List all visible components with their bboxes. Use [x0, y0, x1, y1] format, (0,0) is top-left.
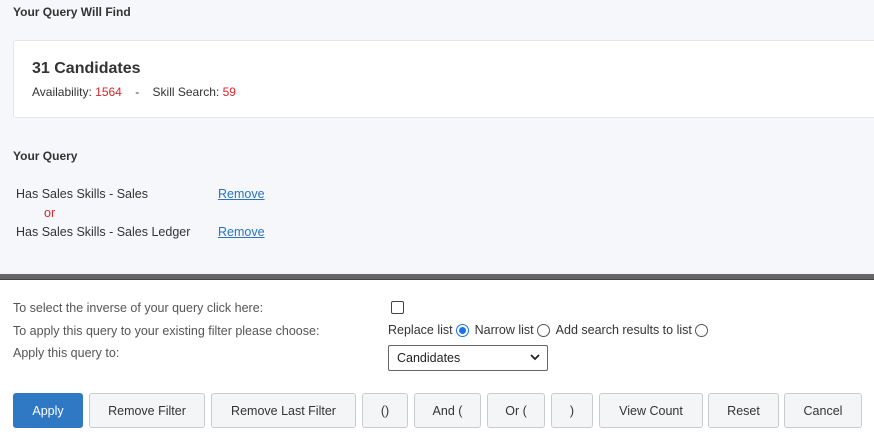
replace-list-radio[interactable] — [455, 323, 469, 337]
query-summary-panel: Your Query Will Find 31 Candidates Avail… — [0, 0, 874, 274]
chevron-down-icon — [530, 354, 540, 361]
stats-separator: - — [135, 85, 140, 99]
summary-heading: Your Query Will Find — [13, 5, 131, 19]
add-results-label: Add search results to list — [555, 323, 692, 337]
and-button[interactable]: And ( — [414, 393, 481, 428]
replace-list-label: Replace list — [388, 323, 453, 337]
inverse-checkbox[interactable] — [391, 301, 404, 314]
reset-button[interactable]: Reset — [708, 393, 779, 428]
remove-last-filter-button[interactable]: Remove Last Filter — [211, 393, 356, 428]
apply-mode-label: To apply this query to your existing fil… — [13, 324, 320, 338]
apply-mode-group: Replace list Narrow list Add search resu… — [388, 323, 714, 337]
remove-link[interactable]: Remove — [218, 187, 265, 201]
availability-label: Availability: — [32, 85, 92, 99]
apply-to-value: Candidates — [397, 351, 461, 365]
skill-search-value: 59 — [222, 85, 236, 99]
query-heading: Your Query — [13, 149, 78, 163]
cancel-button[interactable]: Cancel — [784, 393, 862, 428]
apply-to-label: Apply this query to: — [13, 346, 120, 360]
result-card: 31 Candidates Availability: 1564 - Skill… — [13, 40, 874, 118]
narrow-list-radio[interactable] — [536, 323, 550, 337]
parens-button[interactable]: () — [362, 393, 408, 428]
add-results-radio[interactable] — [694, 323, 708, 337]
apply-button[interactable]: Apply — [13, 393, 83, 428]
close-paren-button[interactable]: ) — [551, 393, 593, 428]
or-button[interactable]: Or ( — [487, 393, 545, 428]
inverse-label: To select the inverse of your query clic… — [13, 301, 264, 315]
result-stats: Availability: 1564 - Skill Search: 59 — [32, 85, 236, 99]
remove-filter-button[interactable]: Remove Filter — [89, 393, 205, 428]
query-item-label: Has Sales Skills - Sales — [16, 187, 148, 201]
view-count-button[interactable]: View Count — [599, 393, 703, 428]
section-divider — [0, 274, 874, 280]
result-count: 31 Candidates — [32, 60, 141, 77]
apply-to-select[interactable]: Candidates — [388, 345, 548, 371]
query-or-joiner: or — [44, 206, 56, 220]
remove-link[interactable]: Remove — [218, 225, 265, 239]
skill-search-label: Skill Search: — [152, 85, 220, 99]
narrow-list-label: Narrow list — [474, 323, 534, 337]
query-item-label: Has Sales Skills - Sales Ledger — [16, 225, 191, 239]
availability-value: 1564 — [95, 85, 122, 99]
